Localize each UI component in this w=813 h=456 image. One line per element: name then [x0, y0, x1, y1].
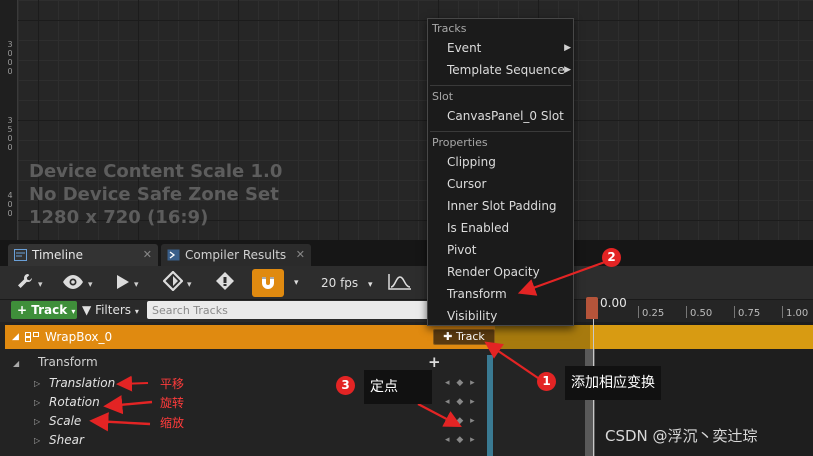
annotation-label: 缩放: [160, 416, 185, 430]
step-badge: 3: [336, 376, 355, 395]
annotation-label: 旋转: [160, 396, 185, 410]
arrow-scale: [89, 412, 151, 432]
annotation-note: 添加相应变换: [565, 366, 661, 400]
step-badge: 2: [602, 248, 621, 267]
arrow-to-transform: [517, 260, 606, 296]
step-badge: 1: [537, 372, 556, 391]
arrow-to-keyframe: [417, 403, 462, 428]
annotation-label: 平移: [160, 377, 185, 391]
watermark: CSDN @浮沉丶奕辻琮: [605, 427, 758, 445]
arrow-rotation: [103, 395, 153, 415]
arrow-translation: [116, 375, 149, 392]
annotation-note: 定点: [364, 370, 432, 404]
arrow-to-track-button: [484, 341, 539, 379]
